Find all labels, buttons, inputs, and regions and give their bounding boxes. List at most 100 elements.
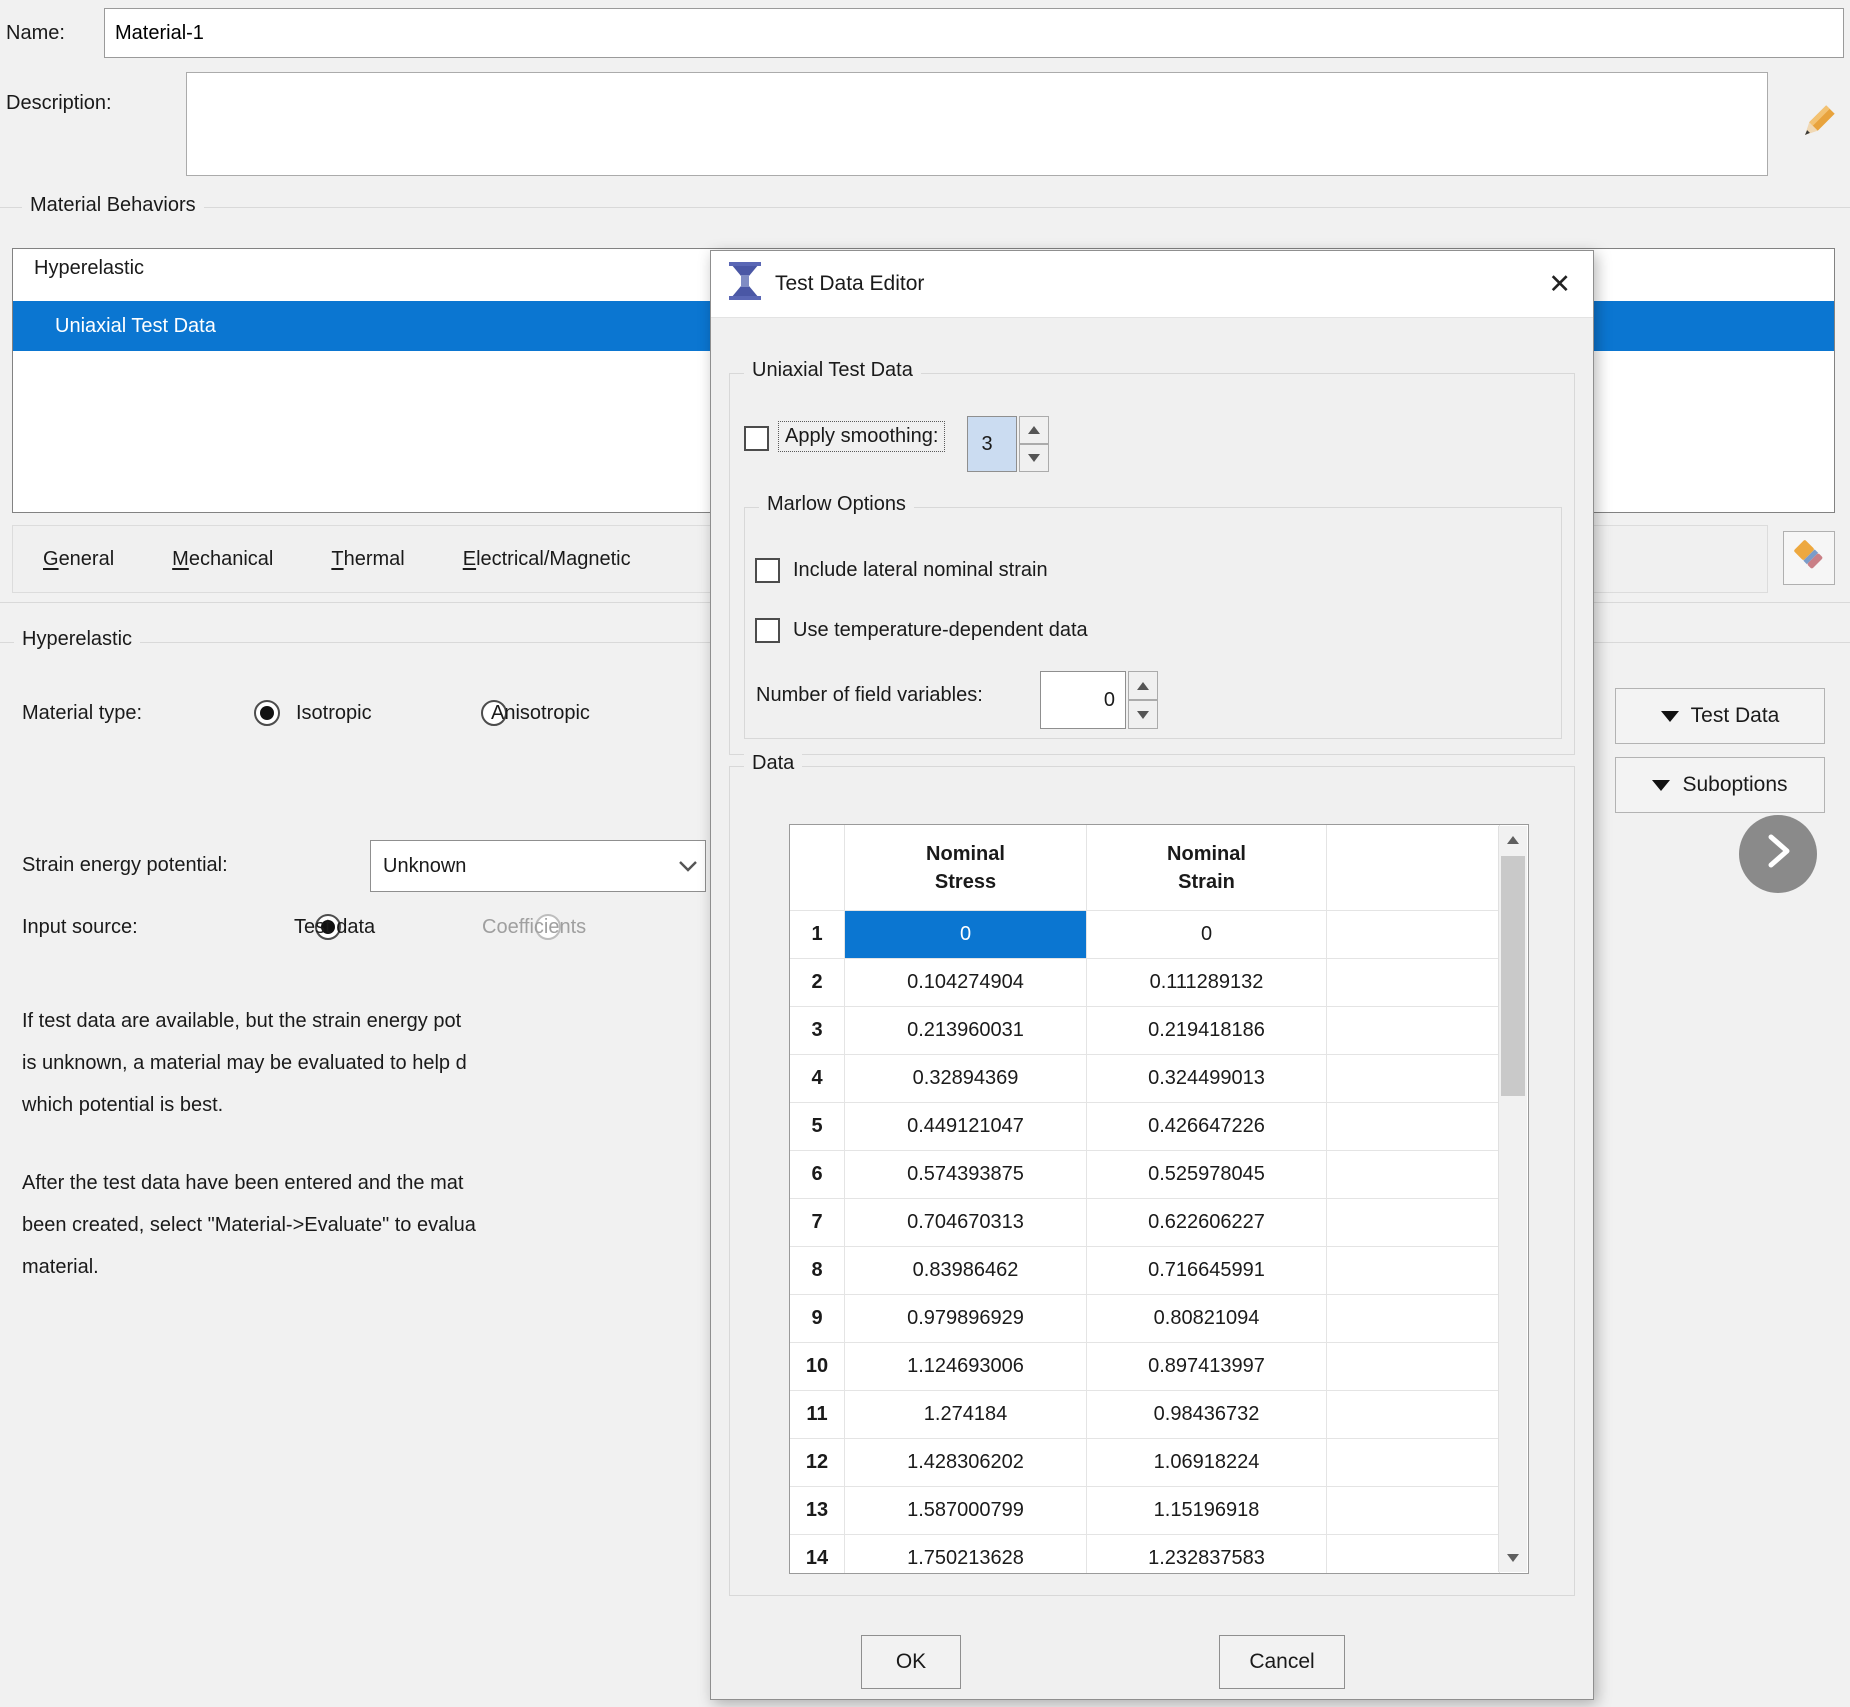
spin-up-button[interactable]	[1128, 671, 1158, 700]
data-cell[interactable]: 0.525978045	[1087, 1151, 1327, 1199]
field-variables-spinner[interactable]: 0	[1040, 671, 1158, 729]
data-cell[interactable]: 0.449121047	[845, 1103, 1087, 1151]
dialog-titlebar[interactable]: Test Data Editor ✕	[711, 251, 1593, 318]
filler-cell	[1327, 1487, 1500, 1535]
field-variables-value[interactable]: 0	[1040, 671, 1126, 729]
filler-cell	[1327, 1055, 1500, 1103]
info-paragraph-2: After the test data have been entered an…	[22, 1162, 476, 1288]
table-scrollbar[interactable]	[1498, 826, 1527, 1572]
row-number: 1	[790, 911, 845, 959]
filler-cell	[1327, 1391, 1500, 1439]
material-behaviors-title: Material Behaviors	[22, 194, 204, 217]
data-cell[interactable]: 0	[845, 911, 1087, 959]
delete-behavior-button[interactable]	[1783, 531, 1835, 585]
data-cell[interactable]: 0.979896929	[845, 1295, 1087, 1343]
material-behaviors-groupline	[0, 207, 1850, 208]
close-icon[interactable]: ✕	[1548, 271, 1571, 298]
isotropic-radio[interactable]	[254, 700, 280, 726]
scrollbar-thumb[interactable]	[1501, 856, 1525, 1096]
paragraph-line: material.	[22, 1246, 476, 1288]
description-input[interactable]	[186, 72, 1768, 176]
data-cell[interactable]: 1.232837583	[1087, 1535, 1327, 1574]
data-cell[interactable]: 0.98436732	[1087, 1391, 1327, 1439]
smoothing-value[interactable]: 3	[967, 416, 1017, 472]
spin-down-button[interactable]	[1128, 700, 1158, 729]
filler-cell	[1327, 1343, 1500, 1391]
data-cell[interactable]: 0.622606227	[1087, 1199, 1327, 1247]
abaqus-app-icon	[727, 261, 763, 307]
menu-electrical-magnetic[interactable]: Electrical/Magnetic	[463, 548, 631, 571]
apply-smoothing-label[interactable]: Apply smoothing:	[778, 421, 945, 452]
row-number: 2	[790, 959, 845, 1007]
row-number: 9	[790, 1295, 845, 1343]
test-data-radio-label[interactable]: Test data	[294, 916, 375, 939]
data-cell[interactable]: 0.219418186	[1087, 1007, 1327, 1055]
data-cell[interactable]: 1.15196918	[1087, 1487, 1327, 1535]
data-cell[interactable]: 0.32894369	[845, 1055, 1087, 1103]
include-lateral-strain-checkbox[interactable]	[755, 558, 780, 583]
name-label: Name:	[6, 22, 65, 45]
spin-down-button[interactable]	[1019, 444, 1049, 472]
field-variables-label: Number of field variables:	[756, 684, 983, 707]
menu-mechanical[interactable]: Mechanical	[172, 548, 273, 571]
data-cell[interactable]: 1.587000799	[845, 1487, 1087, 1535]
list-item-hyperelastic[interactable]: Hyperelastic	[34, 257, 144, 280]
paragraph-line: which potential is best.	[22, 1084, 467, 1126]
data-cell[interactable]: 1.06918224	[1087, 1439, 1327, 1487]
apply-smoothing-checkbox[interactable]	[744, 426, 769, 451]
table-row: 100	[790, 911, 1500, 959]
data-cell[interactable]: 0.897413997	[1087, 1343, 1327, 1391]
data-cell[interactable]: 0.324499013	[1087, 1055, 1327, 1103]
data-cell[interactable]: 0	[1087, 911, 1327, 959]
data-cell[interactable]: 1.750213628	[845, 1535, 1087, 1574]
ok-button[interactable]: OK	[861, 1635, 961, 1689]
data-cell[interactable]: 0.704670313	[845, 1199, 1087, 1247]
table-row: 30.2139600310.219418186	[790, 1007, 1500, 1055]
isotropic-radio-label[interactable]: Isotropic	[296, 702, 372, 725]
data-cell[interactable]: 0.426647226	[1087, 1103, 1327, 1151]
row-number: 10	[790, 1343, 845, 1391]
menu-thermal[interactable]: Thermal	[331, 548, 404, 571]
column-header: NominalStrain	[1087, 825, 1327, 911]
scroll-up-button[interactable]	[1499, 826, 1527, 854]
edit-description-button[interactable]	[1788, 98, 1846, 154]
test-data-dropdown-button[interactable]: Test Data	[1615, 688, 1825, 744]
data-cell[interactable]: 0.80821094	[1087, 1295, 1327, 1343]
column-header: NominalStress	[845, 825, 1087, 911]
temperature-dependent-checkbox[interactable]	[755, 618, 780, 643]
anisotropic-radio-label[interactable]: Anisotropic	[491, 702, 590, 725]
table-row: 90.9798969290.80821094	[790, 1295, 1500, 1343]
temperature-dependent-label[interactable]: Use temperature-dependent data	[793, 619, 1088, 642]
data-cell[interactable]: 0.83986462	[845, 1247, 1087, 1295]
row-number: 14	[790, 1535, 845, 1574]
data-cell[interactable]: 0.213960031	[845, 1007, 1087, 1055]
test-data-button-label: Test Data	[1691, 704, 1780, 728]
menu-general[interactable]: General	[43, 548, 114, 571]
data-cell[interactable]: 0.574393875	[845, 1151, 1087, 1199]
paragraph-line: After the test data have been entered an…	[22, 1162, 476, 1204]
include-lateral-strain-label[interactable]: Include lateral nominal strain	[793, 559, 1048, 582]
name-input[interactable]	[104, 8, 1844, 58]
table-row: 141.7502136281.232837583	[790, 1535, 1500, 1574]
test-data-table[interactable]: NominalStressNominalStrain10020.10427490…	[789, 824, 1529, 1574]
row-number: 11	[790, 1391, 845, 1439]
suboptions-dropdown-button[interactable]: Suboptions	[1615, 757, 1825, 813]
strain-energy-potential-select[interactable]: Unknown	[370, 840, 706, 892]
spin-up-button[interactable]	[1019, 416, 1049, 444]
cancel-button[interactable]: Cancel	[1219, 1635, 1345, 1689]
data-group: Data NominalStressNominalStrain10020.104…	[729, 766, 1575, 1596]
data-cell[interactable]: 1.124693006	[845, 1343, 1087, 1391]
filler-cell	[1327, 1103, 1500, 1151]
paragraph-line: If test data are available, but the stra…	[22, 1000, 467, 1042]
data-cell[interactable]: 0.111289132	[1087, 959, 1327, 1007]
smoothing-spinner[interactable]: 3	[967, 416, 1049, 472]
expand-panel-button[interactable]	[1739, 815, 1817, 893]
data-cell[interactable]: 0.716645991	[1087, 1247, 1327, 1295]
data-cell[interactable]: 1.428306202	[845, 1439, 1087, 1487]
column-header-blank	[790, 825, 845, 911]
scroll-down-button[interactable]	[1499, 1544, 1527, 1572]
dropdown-triangle-icon	[1652, 780, 1670, 791]
pencil-icon	[1794, 100, 1840, 152]
data-cell[interactable]: 0.104274904	[845, 959, 1087, 1007]
data-cell[interactable]: 1.274184	[845, 1391, 1087, 1439]
